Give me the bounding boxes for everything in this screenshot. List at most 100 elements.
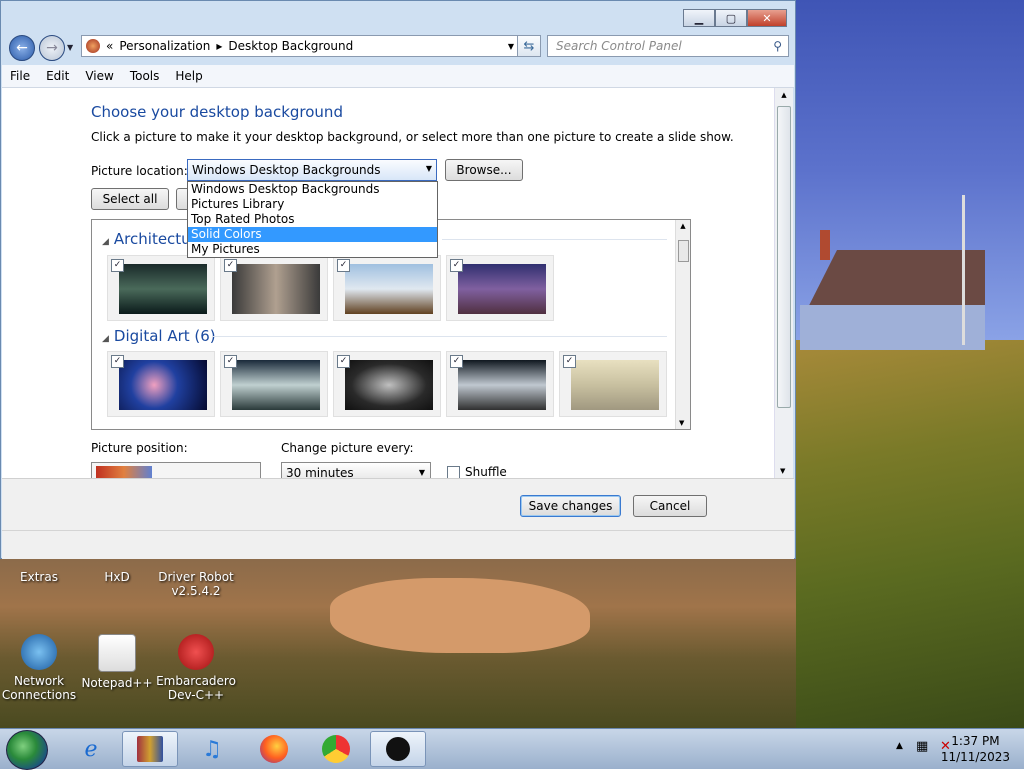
flag-pole — [962, 195, 965, 345]
menu-tools[interactable]: Tools — [122, 69, 168, 83]
forward-arrow-icon: → — [46, 40, 58, 56]
checkbox[interactable]: ✓ — [224, 355, 237, 368]
select-all-button[interactable]: Select all — [91, 188, 169, 210]
taskbar-chrome[interactable] — [308, 731, 364, 767]
thumbnail-digital-art-2[interactable]: ✓ — [220, 351, 328, 417]
change-picture-select[interactable]: 30 minutes ▼ — [281, 462, 431, 478]
location-option-pictures-library[interactable]: Pictures Library — [188, 197, 437, 212]
taskbar-ie[interactable]: ℯ — [63, 731, 119, 767]
checkbox[interactable]: ✓ — [563, 355, 576, 368]
desktop-icon-hxd[interactable]: HxD — [78, 570, 156, 584]
menu-view[interactable]: View — [77, 69, 121, 83]
scroll-down-icon[interactable]: ▼ — [780, 467, 785, 475]
personalization-window: ▁ ▢ ✕ ← → ▼ « Personalization ▸ Desktop … — [0, 0, 796, 559]
taskbar-personalization[interactable] — [370, 731, 426, 767]
menu-help[interactable]: Help — [167, 69, 210, 83]
itunes-icon: ♫ — [202, 736, 222, 762]
devcpp-icon — [178, 634, 214, 670]
checkbox[interactable]: ✓ — [337, 355, 350, 368]
thumbnail-digital-art-4[interactable]: ✓ — [446, 351, 554, 417]
thumbnail-architecture-4[interactable]: ✓ — [446, 255, 554, 321]
thumbnail-digital-art-1[interactable]: ✓ — [107, 351, 215, 417]
shuffle-checkbox[interactable]: Shuffle — [447, 465, 507, 478]
checkbox[interactable]: ✓ — [337, 259, 350, 272]
checkbox[interactable]: ✓ — [224, 259, 237, 272]
desktop-icon-driver-robot[interactable]: Driver Robot v2.5.4.2 — [156, 570, 236, 598]
checkbox[interactable]: ✓ — [450, 355, 463, 368]
thumbnail-digital-art-5[interactable]: ✓ — [559, 351, 667, 417]
checkbox[interactable]: ✓ — [111, 355, 124, 368]
address-dropdown-icon[interactable]: ▼ — [508, 42, 514, 51]
checkbox[interactable]: ✓ — [450, 259, 463, 272]
thumbnail-digital-art-3[interactable]: ✓ — [333, 351, 441, 417]
desktop-icon-embarcadero-dev-cpp[interactable]: Embarcadero Dev-C++ — [156, 634, 236, 702]
taskbar-itunes[interactable]: ♫ — [184, 731, 240, 767]
picture-location-select[interactable]: Windows Desktop Backgrounds ▼ — [187, 159, 437, 181]
minimize-button[interactable]: ▁ — [683, 9, 715, 27]
scroll-up-icon[interactable]: ▲ — [775, 91, 793, 99]
close-button[interactable]: ✕ — [747, 9, 787, 27]
thumbnail-architecture-1[interactable]: ✓ — [107, 255, 215, 321]
content-scrollbar[interactable]: ▲ ▼ — [774, 88, 793, 478]
menu-bar: File Edit View Tools Help — [2, 65, 794, 88]
clock-date: 11/11/2023 — [940, 750, 1010, 764]
address-bar[interactable]: « Personalization ▸ Desktop Background ▼ — [81, 35, 521, 57]
thumbnail-architecture-3[interactable]: ✓ — [333, 255, 441, 321]
search-input[interactable]: Search Control Panel ⚲ — [547, 35, 789, 57]
back-button[interactable]: ← — [9, 35, 35, 61]
location-option-my-pictures[interactable]: My Pictures — [188, 242, 437, 257]
checkbox[interactable] — [447, 465, 460, 478]
taskbar-firefox[interactable] — [246, 731, 302, 767]
search-placeholder: Search Control Panel — [556, 39, 682, 53]
picture-location-label: Picture location: — [91, 164, 188, 178]
menu-edit[interactable]: Edit — [38, 69, 77, 83]
breadcrumb-root[interactable]: « — [106, 39, 113, 53]
chrome-icon — [322, 735, 350, 763]
show-hidden-icons-icon[interactable]: ▲ — [896, 741, 903, 751]
location-option-top-rated-photos[interactable]: Top Rated Photos — [188, 212, 437, 227]
desktop-icon-extras[interactable]: Extras — [0, 570, 78, 584]
control-panel-icon — [86, 39, 100, 53]
picture-position-select[interactable] — [91, 462, 261, 478]
save-changes-button[interactable]: Save changes — [520, 495, 621, 517]
picture-location-dropdown: Windows Desktop Backgrounds Pictures Lib… — [187, 181, 438, 258]
thumbnail-architecture-2[interactable]: ✓ — [220, 255, 328, 321]
desktop-icon-label: HxD — [104, 570, 130, 584]
maximize-button[interactable]: ▢ — [715, 9, 747, 27]
forward-button[interactable]: → — [39, 35, 65, 61]
start-button[interactable] — [6, 730, 48, 770]
group-digital-art[interactable]: ◢ Digital Art (6) — [102, 327, 216, 345]
page-description: Click a picture to make it your desktop … — [91, 130, 734, 144]
desktop-icon-network-connections[interactable]: Network Connections — [0, 634, 78, 702]
picture-location-value: Windows Desktop Backgrounds — [192, 163, 381, 177]
breadcrumb-personalization[interactable]: Personalization — [119, 39, 210, 53]
browse-button[interactable]: Browse... — [445, 159, 523, 181]
ie-icon: ℯ — [84, 736, 98, 762]
taskbar-winrar[interactable] — [122, 731, 178, 767]
group-title: Digital Art (6) — [113, 327, 216, 345]
desktop-icon-notepad-plus-plus[interactable]: Notepad++ — [78, 634, 156, 690]
search-icon[interactable]: ⚲ — [773, 39, 782, 53]
gallery-scroll-thumb[interactable] — [678, 240, 689, 262]
title-bar[interactable]: ▁ ▢ ✕ — [1, 1, 795, 33]
location-option-solid-colors[interactable]: Solid Colors — [188, 227, 437, 242]
recent-pages-dropdown[interactable]: ▼ — [67, 43, 73, 52]
chevron-down-icon: ▼ — [418, 468, 425, 477]
firefox-icon — [260, 735, 288, 763]
refresh-button[interactable]: ⇆ — [517, 35, 541, 57]
content-scroll-thumb[interactable] — [777, 106, 791, 408]
checkbox[interactable]: ✓ — [111, 259, 124, 272]
gallery-scrollbar[interactable]: ▲ ▼ — [675, 220, 690, 429]
cancel-button[interactable]: Cancel — [633, 495, 707, 517]
scroll-up-icon[interactable]: ▲ — [676, 222, 690, 230]
breadcrumb-desktop-background[interactable]: Desktop Background — [228, 39, 353, 53]
menu-file[interactable]: File — [2, 69, 38, 83]
scroll-down-icon[interactable]: ▼ — [679, 419, 684, 427]
refresh-icon: ⇆ — [523, 38, 535, 54]
network-tray-icon[interactable]: ▦ — [916, 739, 928, 754]
clock[interactable]: 1:37 PM 11/11/2023 — [941, 733, 1010, 765]
system-tray: ▲ ▦ ✕ 1:37 PM 11/11/2023 — [874, 729, 1024, 769]
winrar-icon — [137, 736, 163, 762]
dialog-footer: Save changes Cancel — [2, 478, 794, 531]
location-option-windows-desktop-backgrounds[interactable]: Windows Desktop Backgrounds — [188, 182, 437, 197]
